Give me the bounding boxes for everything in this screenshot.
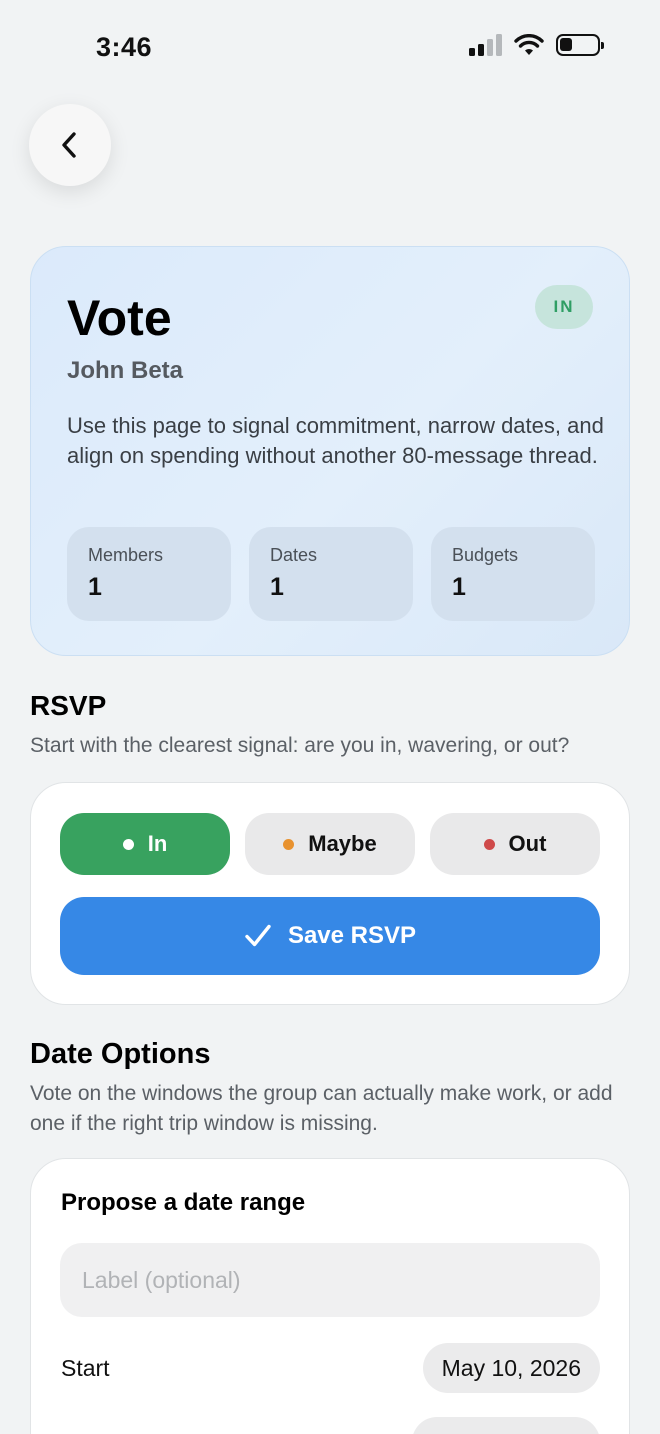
stat-label: Members [88,545,164,565]
wifi-icon [514,34,544,55]
cellular-signal-icon [469,34,502,56]
checkmark-icon [245,924,271,947]
start-date-picker[interactable]: May 10, 2026 [422,1343,600,1393]
user-name: John Beta [67,357,184,384]
status-bar: 3:46 [0,0,660,96]
rsvp-section-title: RSVP [30,690,107,721]
stat-dates: Dates 1 [249,527,413,621]
stat-value: 1 [88,573,102,601]
save-rsvp-label: Save RSVP [287,922,417,949]
rsvp-option-label: Maybe [308,831,377,856]
page-description: Use this page to signal commitment, narr… [67,413,604,468]
status-time: 3:46 [96,32,153,62]
stat-value: 1 [452,573,466,601]
rsvp-section-description: Start with the clearest signal: are you … [30,734,570,757]
back-button[interactable] [29,104,111,186]
battery-icon [556,34,604,56]
rsvp-option-in[interactable]: In [60,813,230,875]
page-title: Vote [67,290,172,346]
stat-members: Members 1 [67,527,231,621]
date-options-section-title: Date Options [30,1038,211,1070]
chevron-left-icon [62,132,76,158]
rsvp-option-out[interactable]: Out [430,813,600,875]
stat-label: Budgets [452,545,519,565]
stat-budgets: Budgets 1 [431,527,595,621]
label-input[interactable] [60,1243,600,1317]
rsvp-card: In Maybe Out Save RSVP [30,782,630,1005]
status-badge: IN [535,285,593,329]
rsvp-option-maybe[interactable]: Maybe [245,813,415,875]
stat-value: 1 [270,573,284,601]
vote-screen: 3:46 Vote IN John Beta Use this page to … [0,0,660,1434]
end-date-picker[interactable] [412,1417,600,1434]
rsvp-option-label: Out [508,831,547,856]
summary-card: Vote IN John Beta Use this page to signa… [30,246,630,656]
status-dot-icon [122,838,134,850]
stat-label: Dates [270,545,318,565]
status-dot-icon [483,838,495,850]
rsvp-option-label: In [147,831,168,856]
status-dot-icon [283,838,295,850]
start-date-label: Start [61,1355,110,1381]
date-options-section-description: Vote on the windows the group can actual… [30,1082,613,1135]
status-icons [469,34,604,56]
propose-date-card: Propose a date range Start May 10, 2026 [30,1158,630,1434]
propose-date-title: Propose a date range [61,1189,306,1216]
save-rsvp-button[interactable]: Save RSVP [60,897,600,975]
